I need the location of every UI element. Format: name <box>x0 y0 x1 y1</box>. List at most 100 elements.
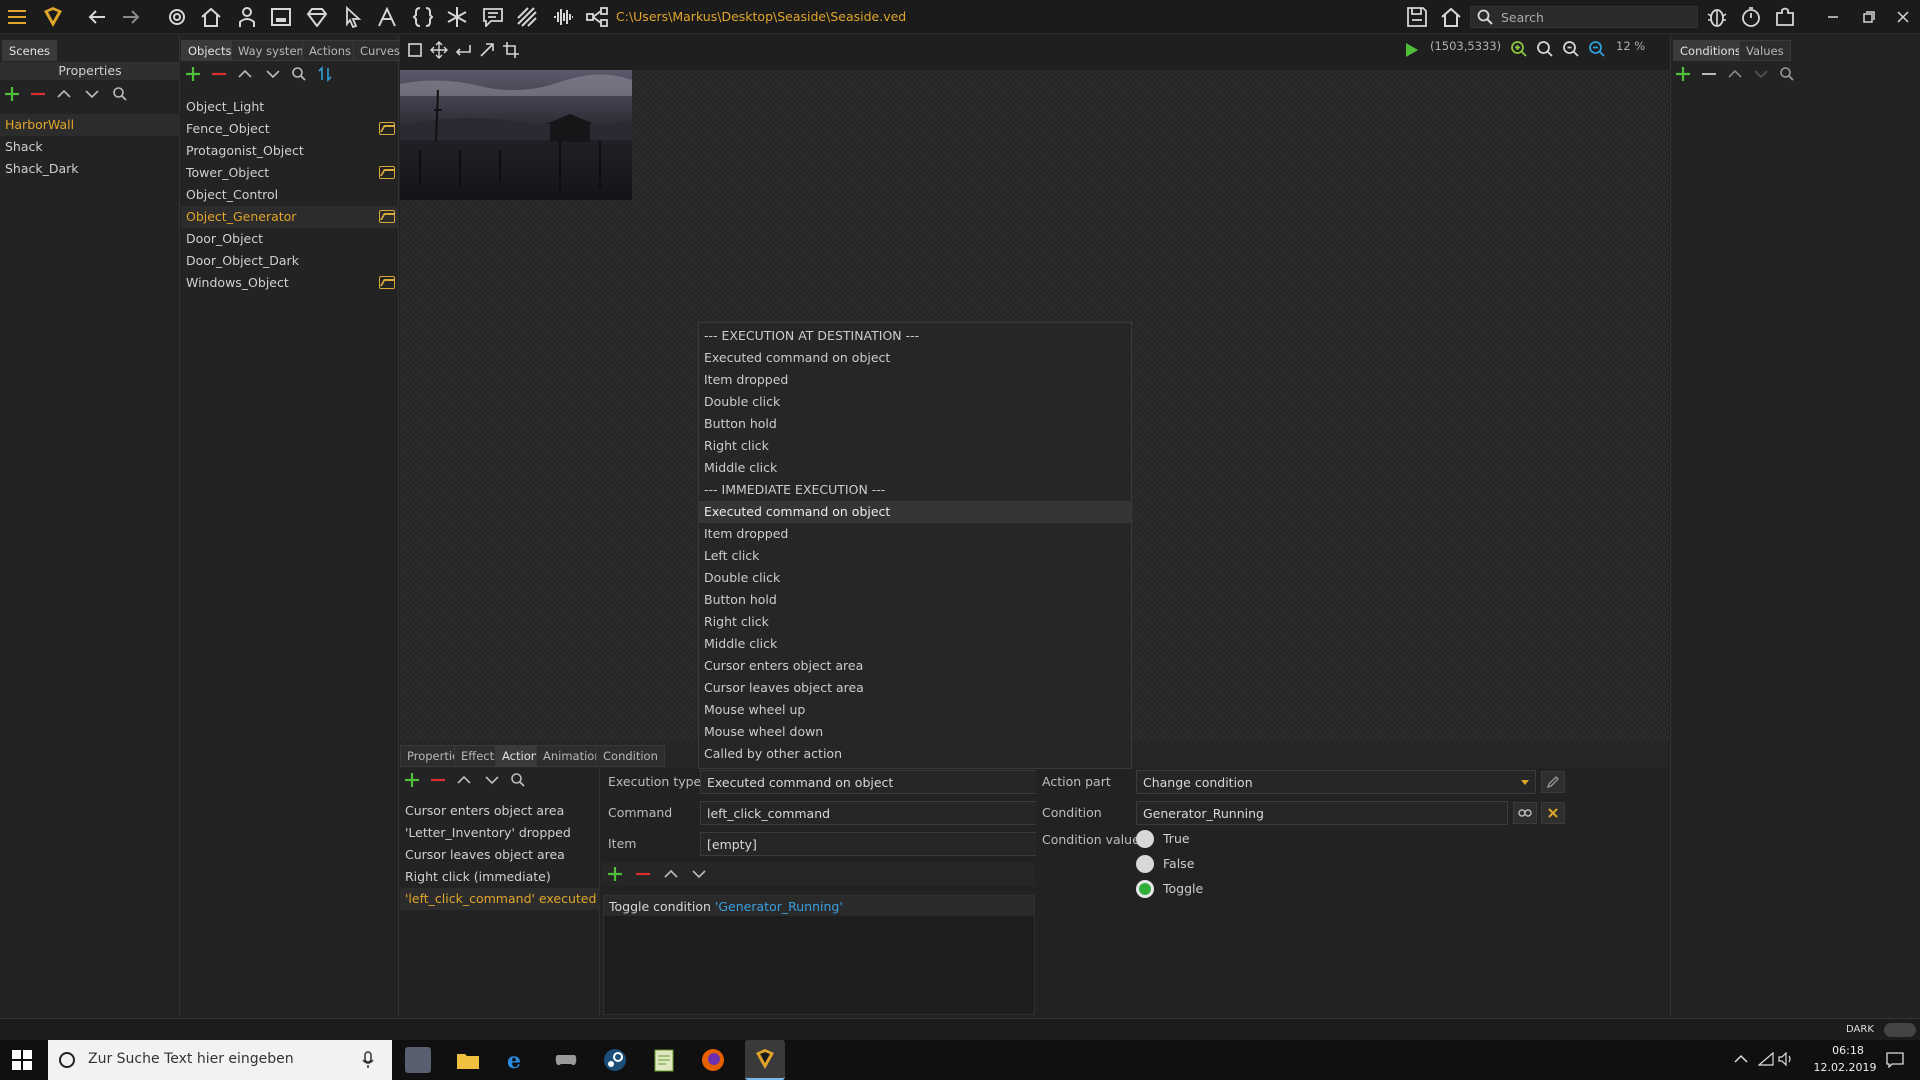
action-part-row[interactable]: Toggle condition 'Generator_Running' <box>604 896 1034 916</box>
microphone-icon[interactable] <box>362 1051 374 1069</box>
file-explorer-icon[interactable] <box>455 1047 481 1073</box>
return-icon[interactable] <box>454 41 472 59</box>
tray-chevron-up-icon[interactable] <box>1734 1054 1748 1064</box>
search-icon[interactable] <box>510 772 526 788</box>
interface-icon[interactable] <box>268 4 294 30</box>
action-part-condition-link[interactable]: 'Generator_Running' <box>715 899 843 914</box>
back-arrow-icon[interactable] <box>84 4 110 30</box>
restore-icon[interactable] <box>1856 4 1882 30</box>
script-braces-icon[interactable] <box>410 4 436 30</box>
particles-snowflake-icon[interactable] <box>444 4 470 30</box>
minimize-icon[interactable] <box>1820 4 1846 30</box>
radio-false[interactable] <box>1136 855 1154 873</box>
properties-header[interactable]: Properties <box>0 62 180 80</box>
network-icon[interactable] <box>1758 1052 1774 1066</box>
steam-icon[interactable] <box>602 1047 628 1073</box>
action-list-item[interactable]: 'Letter_Inventory' dropped <box>400 822 600 844</box>
taskbar-app-icon[interactable] <box>405 1047 431 1073</box>
zoom-out-icon[interactable] <box>1588 40 1606 58</box>
dropdown-option[interactable]: Button hold <box>699 413 1131 435</box>
dropdown-option[interactable]: Right click <box>699 611 1131 633</box>
tab-curves[interactable]: Curves <box>353 40 407 61</box>
dropdown-option[interactable]: Mouse wheel up <box>699 699 1131 721</box>
select-rect-icon[interactable] <box>406 41 424 59</box>
bug-debug-icon[interactable] <box>1704 4 1730 30</box>
dropdown-option[interactable]: Item dropped <box>699 369 1131 391</box>
list-item[interactable]: Windows_Object <box>181 272 399 294</box>
dropdown-option[interactable]: Called by other action <box>699 743 1131 765</box>
remove-icon[interactable] <box>635 866 651 882</box>
list-item[interactable]: Object_Light <box>181 96 399 118</box>
internet-explorer-icon[interactable]: e <box>503 1047 529 1073</box>
link-icon[interactable] <box>1513 802 1537 824</box>
crop-icon[interactable] <box>502 41 520 59</box>
taskbar-search-input[interactable]: Zur Suche Text hier eingeben <box>48 1040 392 1080</box>
notification-center-icon[interactable] <box>1886 1052 1904 1068</box>
tab-condition[interactable]: Condition <box>596 745 665 767</box>
tab-actions[interactable]: Actions <box>302 40 359 61</box>
list-item[interactable]: Fence_Object <box>181 118 399 140</box>
dropdown-option[interactable]: Middle click <box>699 457 1131 479</box>
add-icon[interactable] <box>4 86 20 102</box>
move-down-icon[interactable] <box>265 66 281 82</box>
add-icon[interactable] <box>607 866 623 882</box>
list-item[interactable]: Shack_Dark <box>0 158 180 180</box>
radio-toggle[interactable] <box>1136 880 1154 898</box>
action-part-select[interactable]: Change condition <box>1136 770 1536 794</box>
list-item[interactable]: Object_Control <box>181 184 399 206</box>
list-item[interactable]: HarborWall <box>0 114 180 136</box>
move-up-icon[interactable] <box>1727 66 1743 82</box>
sort-icon[interactable] <box>317 66 333 82</box>
list-item[interactable]: Door_Object_Dark <box>181 250 399 272</box>
add-icon[interactable] <box>185 66 201 82</box>
dropdown-option[interactable]: Right click <box>699 435 1131 457</box>
move-up-icon[interactable] <box>663 866 679 882</box>
forward-arrow-icon[interactable] <box>118 4 144 30</box>
dropdown-option[interactable]: Item dropped <box>699 523 1131 545</box>
hamburger-menu-icon[interactable] <box>4 4 30 30</box>
list-item[interactable]: Protagonist_Object <box>181 140 399 162</box>
list-item[interactable]: Tower_Object <box>181 162 399 184</box>
action-list-item[interactable]: Cursor enters object area <box>400 800 600 822</box>
gem-icon[interactable] <box>304 4 330 30</box>
firefox-icon[interactable] <box>700 1047 726 1073</box>
settings-gear-icon[interactable] <box>164 4 190 30</box>
action-list-item[interactable]: Right click (immediate) <box>400 866 600 888</box>
add-icon[interactable] <box>404 772 420 788</box>
move-down-icon[interactable] <box>1753 66 1769 82</box>
remove-icon[interactable] <box>1701 66 1717 82</box>
tab-scenes[interactable]: Scenes <box>2 40 58 61</box>
search-input[interactable]: Search <box>1470 6 1698 28</box>
windows-start-icon[interactable] <box>12 1050 32 1070</box>
dropdown-option[interactable]: Double click <box>699 567 1131 589</box>
move-icon[interactable] <box>430 41 448 59</box>
condition-field[interactable]: Generator_Running <box>1136 801 1508 825</box>
dropdown-option[interactable]: Cursor enters object area <box>699 655 1131 677</box>
save-icon[interactable] <box>1404 4 1430 30</box>
dialog-icon[interactable] <box>480 4 506 30</box>
audio-waveform-icon[interactable] <box>550 4 576 30</box>
zoom-reset-icon[interactable] <box>1562 40 1580 58</box>
network-share-icon[interactable] <box>584 4 610 30</box>
list-item[interactable]: Object_Generator <box>181 206 399 228</box>
zoom-fit-icon[interactable] <box>1536 40 1554 58</box>
move-down-icon[interactable] <box>691 866 707 882</box>
volume-icon[interactable] <box>1778 1052 1794 1066</box>
game-controller-icon[interactable] <box>553 1047 579 1073</box>
font-icon[interactable] <box>374 4 400 30</box>
remove-icon[interactable] <box>30 86 46 102</box>
plugin-icon[interactable] <box>1772 4 1798 30</box>
visionaire-taskbar-icon[interactable] <box>745 1040 785 1080</box>
dropdown-option[interactable]: Cursor leaves object area <box>699 677 1131 699</box>
theme-toggle[interactable] <box>1884 1023 1916 1037</box>
move-up-icon[interactable] <box>237 66 253 82</box>
dropdown-option[interactable]: Mouse wheel down <box>699 721 1131 743</box>
search-icon[interactable] <box>1779 66 1795 82</box>
search-icon[interactable] <box>112 86 128 102</box>
move-up-icon[interactable] <box>56 86 72 102</box>
clear-x-icon[interactable] <box>1541 802 1565 824</box>
add-icon[interactable] <box>1675 66 1691 82</box>
play-icon[interactable] <box>1404 41 1420 59</box>
hatch-icon[interactable] <box>514 4 540 30</box>
tab-values[interactable]: Values <box>1739 40 1791 61</box>
